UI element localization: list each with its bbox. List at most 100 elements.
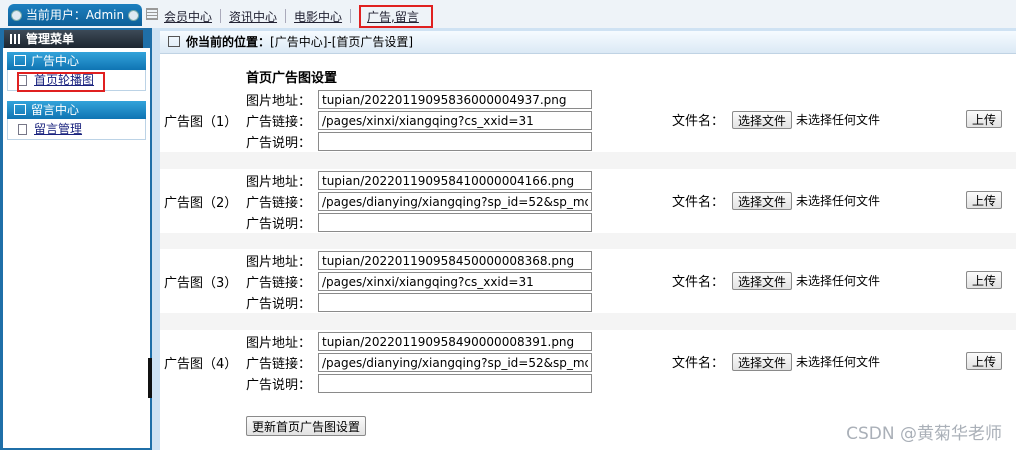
- ad-link-input[interactable]: [318, 272, 592, 291]
- image-path-input[interactable]: [318, 251, 592, 270]
- ad-link-input[interactable]: [318, 353, 592, 372]
- group-icon: [14, 104, 26, 115]
- ad-row-2: 广告图（2） 图片地址： 广告链接： 广告说明： 文件名： 选择文件 未选择任何…: [160, 170, 1016, 232]
- form-title: 首页广告图设置: [246, 71, 338, 86]
- no-file-text: 未选择任何文件: [796, 274, 881, 288]
- desc-label: 广告说明：: [246, 136, 312, 151]
- main-frame: 你当前的位置：[广告中心]-[首页广告设置] 首页广告图设置 广告图（1） 图片…: [152, 28, 1016, 450]
- pin-icon: [11, 10, 22, 21]
- breadcrumb: 你当前的位置：[广告中心]-[首页广告设置]: [160, 31, 1016, 54]
- image-path-input[interactable]: [318, 90, 592, 109]
- image-field-row: 图片地址：: [246, 251, 592, 270]
- file-label: 文件名：: [672, 195, 725, 210]
- image-path-input[interactable]: [318, 171, 592, 190]
- ad-description-input[interactable]: [318, 293, 592, 312]
- nav-member-center[interactable]: 会员中心: [162, 8, 220, 25]
- upload-button[interactable]: 上传: [966, 271, 1003, 289]
- ad-link-input[interactable]: [318, 111, 592, 130]
- watermark: CSDN @黄菊华老师: [846, 424, 1002, 444]
- nav-news-center[interactable]: 资讯中心: [227, 8, 285, 25]
- choose-file-button[interactable]: 选择文件: [732, 110, 793, 129]
- ad-row-1: 广告图（1） 图片地址： 广告链接： 广告说明： 文件名： 选择文件 未选择任何…: [160, 89, 1016, 151]
- choose-file-button[interactable]: 选择文件: [732, 271, 793, 290]
- image-field-row: 图片地址：: [246, 332, 592, 351]
- sidebar-item-label[interactable]: 留言管理: [34, 122, 82, 136]
- breadcrumb-path: [广告中心]-[首页广告设置]: [270, 35, 414, 49]
- file-label: 文件名：: [672, 114, 725, 129]
- file-label: 文件名：: [672, 356, 725, 371]
- ad-row-4: 广告图（4） 图片地址： 广告链接： 广告说明： 文件名： 选择文件 未选择任何…: [160, 331, 1016, 393]
- image-path-input[interactable]: [318, 332, 592, 351]
- nav-ads-messages[interactable]: 广告,留言: [365, 10, 427, 24]
- current-user-label: 当前用户：Admin: [25, 8, 125, 22]
- ad-title: 广告图（2）: [164, 196, 238, 211]
- document-icon: [18, 124, 27, 135]
- ad-title: 广告图（4）: [164, 357, 238, 372]
- pin-icon: [128, 10, 139, 21]
- menu-title: 管理菜单: [26, 32, 75, 46]
- ad-title: 广告图（1）: [164, 115, 238, 130]
- group-icon: [14, 55, 26, 66]
- link-field-row: 广告链接：: [246, 353, 592, 372]
- sidebar-panel: 广告中心 首页轮播图 留言中心 留言管理: [3, 48, 150, 448]
- sidebar-item-message-management[interactable]: 留言管理: [8, 119, 145, 139]
- grid-icon: [146, 8, 158, 20]
- update-settings-button[interactable]: 更新首页广告图设置: [246, 416, 367, 436]
- ad-description-input[interactable]: [318, 213, 592, 232]
- menu-grid-icon: [10, 34, 22, 44]
- ad-link-input[interactable]: [318, 192, 592, 211]
- desc-field-row: 广告说明：: [246, 132, 592, 151]
- nav-separator: [220, 9, 222, 23]
- current-user-tab: 当前用户：Admin: [8, 4, 142, 26]
- link-field-row: 广告链接：: [246, 272, 592, 291]
- top-nav: 会员中心 资讯中心 电影中心 广告,留言: [162, 4, 433, 28]
- sidebar: 管理菜单 广告中心 首页轮播图 留言中心 留言管理: [0, 28, 152, 450]
- ad-title: 广告图（3）: [164, 276, 238, 291]
- file-picker: 文件名： 选择文件 未选择任何文件: [672, 110, 880, 129]
- no-file-text: 未选择任何文件: [796, 355, 881, 369]
- link-label: 广告链接：: [246, 196, 312, 211]
- link-field-row: 广告链接：: [246, 192, 592, 211]
- desc-label: 广告说明：: [246, 297, 312, 312]
- row-separator: [160, 233, 1016, 249]
- group-title: 广告中心: [31, 54, 80, 68]
- main-content: 你当前的位置：[广告中心]-[首页广告设置] 首页广告图设置 广告图（1） 图片…: [160, 31, 1016, 450]
- image-label: 图片地址：: [246, 175, 312, 190]
- desc-field-row: 广告说明：: [246, 293, 592, 312]
- link-label: 广告链接：: [246, 357, 312, 372]
- file-picker: 文件名： 选择文件 未选择任何文件: [672, 271, 880, 290]
- file-label: 文件名：: [672, 275, 725, 290]
- desc-field-row: 广告说明：: [246, 213, 592, 232]
- row-separator: [160, 152, 1016, 169]
- nav-separator: [285, 9, 287, 23]
- image-field-row: 图片地址：: [246, 171, 592, 190]
- link-label: 广告链接：: [246, 276, 312, 291]
- nav-separator: [350, 9, 352, 23]
- nav-movie-center[interactable]: 电影中心: [292, 8, 350, 25]
- top-bar: 当前用户：Admin 会员中心 资讯中心 电影中心 广告,留言: [0, 0, 1016, 29]
- menu-header: 管理菜单: [4, 30, 143, 48]
- row-separator: [160, 313, 1016, 330]
- upload-button[interactable]: 上传: [966, 110, 1003, 128]
- desc-field-row: 广告说明：: [246, 374, 592, 393]
- group-header-message-center[interactable]: 留言中心: [7, 101, 146, 119]
- image-field-row: 图片地址：: [246, 90, 592, 109]
- file-picker: 文件名： 选择文件 未选择任何文件: [672, 191, 880, 210]
- link-label: 广告链接：: [246, 115, 312, 130]
- choose-file-button[interactable]: 选择文件: [732, 352, 793, 371]
- ad-row-3: 广告图（3） 图片地址： 广告链接： 广告说明： 文件名： 选择文件 未选择任何…: [160, 250, 1016, 312]
- upload-button[interactable]: 上传: [966, 352, 1003, 370]
- choose-file-button[interactable]: 选择文件: [732, 191, 793, 210]
- no-file-text: 未选择任何文件: [796, 194, 881, 208]
- ad-description-input[interactable]: [318, 132, 592, 151]
- desc-label: 广告说明：: [246, 217, 312, 232]
- window-icon: [168, 36, 180, 47]
- group-body-message-center: 留言管理: [7, 119, 146, 140]
- group-title: 留言中心: [31, 103, 80, 117]
- nav-active-highlight: 广告,留言: [359, 4, 433, 28]
- upload-button[interactable]: 上传: [966, 191, 1003, 209]
- image-label: 图片地址：: [246, 255, 312, 270]
- ad-description-input[interactable]: [318, 374, 592, 393]
- group-header-ad-center[interactable]: 广告中心: [7, 52, 146, 70]
- image-label: 图片地址：: [246, 336, 312, 351]
